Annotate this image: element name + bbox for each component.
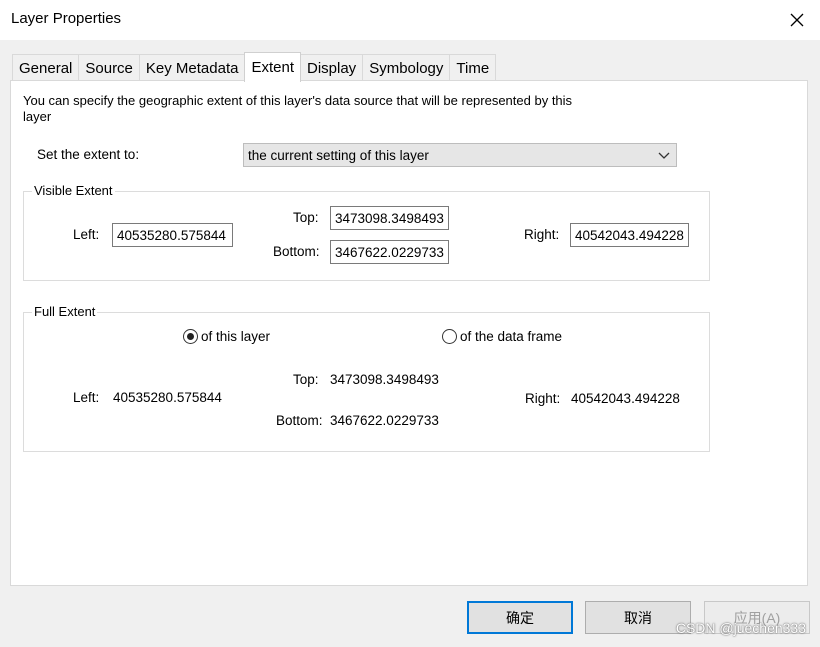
set-extent-value: the current setting of this layer — [248, 147, 429, 163]
radio-of-this-layer-label: of this layer — [201, 329, 271, 344]
visible-top-label: Top: — [293, 210, 319, 225]
radio-selected-icon — [183, 329, 198, 344]
set-extent-label: Set the extent to: — [37, 147, 140, 162]
visible-right-label: Right: — [524, 227, 560, 242]
watermark: CSDN @juechen333 — [675, 620, 806, 636]
tab-key-metadata[interactable]: Key Metadata — [138, 54, 246, 81]
visible-left-label: Left: — [73, 227, 100, 242]
full-extent-group: Full Extent of this layer of the data fr… — [23, 304, 710, 452]
radio-unselected-icon — [442, 329, 457, 344]
visible-bottom-field[interactable]: 3467622.0229733 — [330, 240, 449, 264]
visible-left-field[interactable]: 40535280.575844 — [112, 223, 233, 247]
title-bar: Layer Properties — [0, 0, 820, 40]
tab-source[interactable]: Source — [78, 54, 140, 81]
extent-description: You can specify the geographic extent of… — [23, 93, 573, 124]
full-right-value: 40542043.494228 — [571, 391, 680, 406]
tab-symbology[interactable]: Symbology — [362, 54, 451, 81]
set-extent-dropdown[interactable]: the current setting of this layer — [243, 143, 677, 167]
full-bottom-label: Bottom: — [276, 413, 323, 428]
radio-of-the-data-frame-label: of the data frame — [460, 329, 563, 344]
full-extent-legend: Full Extent — [32, 304, 98, 319]
tab-time[interactable]: Time — [449, 54, 497, 81]
full-top-label: Top: — [293, 372, 319, 387]
visible-bottom-label: Bottom: — [273, 244, 320, 259]
tab-strip: General Source Key Metadata Extent Displ… — [12, 52, 497, 82]
chevron-down-icon — [658, 152, 670, 159]
visible-extent-legend: Visible Extent — [32, 183, 115, 198]
radio-of-this-layer[interactable]: of this layer — [183, 329, 270, 344]
full-left-value: 40535280.575844 — [113, 390, 222, 405]
full-bottom-value: 3467622.0229733 — [330, 413, 439, 428]
window-title: Layer Properties — [11, 10, 122, 27]
full-left-label: Left: — [73, 390, 100, 405]
extent-panel: You can specify the geographic extent of… — [10, 80, 808, 586]
close-button[interactable] — [774, 0, 820, 40]
full-top-value: 3473098.3498493 — [330, 372, 439, 387]
tab-display[interactable]: Display — [300, 54, 364, 81]
close-icon — [790, 13, 804, 27]
tab-general[interactable]: General — [12, 54, 80, 81]
full-right-label: Right: — [525, 391, 561, 406]
visible-right-field[interactable]: 40542043.494228 — [570, 223, 689, 247]
ok-button[interactable]: 确定 — [467, 601, 573, 634]
radio-of-the-data-frame[interactable]: of the data frame — [442, 329, 562, 344]
tab-extent[interactable]: Extent — [244, 52, 301, 82]
visible-extent-group: Visible Extent Left: 40535280.575844 Top… — [23, 183, 710, 281]
visible-top-field[interactable]: 3473098.3498493 — [330, 206, 449, 230]
